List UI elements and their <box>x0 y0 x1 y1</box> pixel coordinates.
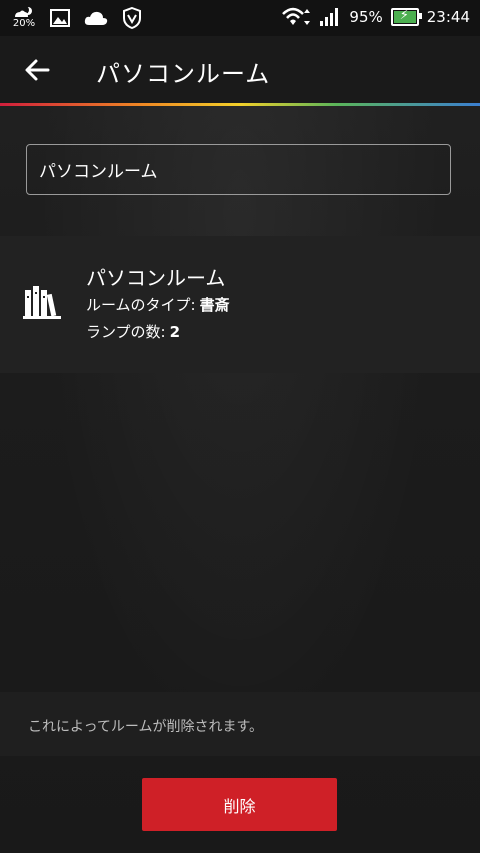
weather-indicator: 20% <box>12 6 36 29</box>
battery-percent: 95% <box>349 8 383 26</box>
delete-button[interactable]: 削除 <box>142 778 337 831</box>
room-name: パソコンルーム <box>86 266 226 290</box>
bookshelf-icon <box>23 286 61 319</box>
lamp-count-value: 2 <box>169 323 181 341</box>
room-card: パソコンルーム ルームのタイプ: 書斎 ランプの数: 2 <box>0 236 480 373</box>
weather-icon <box>15 6 32 17</box>
page-title: パソコンルーム <box>96 60 271 88</box>
gallery-icon <box>50 8 70 27</box>
battery-charging-icon: ⚡ <box>390 8 422 26</box>
cloud-icon <box>84 11 108 25</box>
accent-divider <box>0 103 480 106</box>
status-bar: 20% 95% ⚡ 23:44 <box>0 0 480 36</box>
weather-percent: 20% <box>12 18 36 29</box>
room-type-label: ルームのタイプ: <box>86 296 196 314</box>
signal-icon <box>320 8 339 26</box>
room-name-input[interactable] <box>26 144 451 195</box>
vpn-shield-icon <box>123 6 141 29</box>
delete-notice-bar: これによってルームが削除されます。 <box>0 692 480 756</box>
delete-notice-text: これによってルームが削除されます。 <box>28 719 264 735</box>
wifi-icon <box>282 7 311 25</box>
back-arrow-icon[interactable] <box>22 54 54 86</box>
lamp-count-label: ランプの数: <box>86 323 166 341</box>
app-bar: パソコンルーム <box>0 36 480 104</box>
room-type-value: 書斎 <box>199 296 230 314</box>
room-type-row: ルームのタイプ: 書斎 <box>86 294 230 315</box>
lamp-count-row: ランプの数: 2 <box>86 321 180 342</box>
clock: 23:44 <box>426 8 470 26</box>
